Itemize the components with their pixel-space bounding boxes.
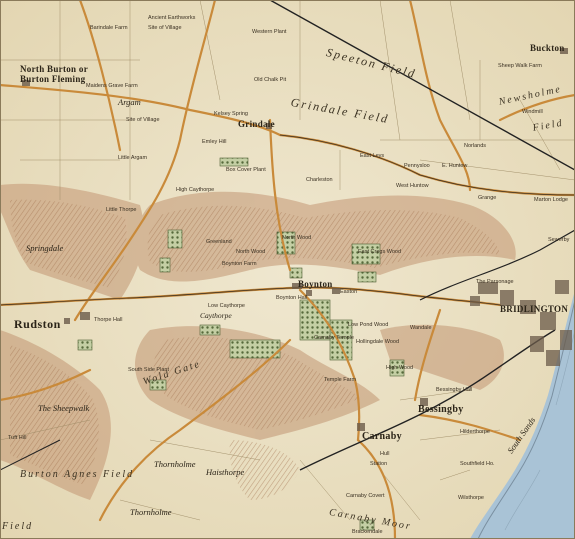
- label-e-huntow: E. Huntow: [442, 163, 468, 169]
- label-greenland: Greenland: [206, 239, 232, 245]
- town-label-bridlington[interactable]: BRIDLINGTON: [500, 305, 568, 314]
- label-the-sheepwalk: The Sheepwalk: [38, 403, 90, 413]
- label-temple-farm: Temple Farm: [324, 377, 357, 383]
- label-north-wood-2: North Wood: [282, 235, 312, 241]
- town-label-grindale[interactable]: Grindale: [238, 120, 275, 129]
- label-north-wood: North Wood: [236, 249, 266, 255]
- field-label-left: Field: [2, 521, 34, 532]
- label-station: Station: [370, 461, 388, 467]
- label-wandale: Wandale: [410, 325, 432, 331]
- label-boynton-farm: Boynton Farm: [222, 261, 257, 267]
- label-thorpe-hall: Thorpe Hall: [94, 317, 123, 323]
- label-marton-lodge: Marton Lodge: [534, 197, 568, 203]
- label-norlands: Norlands: [464, 143, 487, 149]
- ordnance-survey-map[interactable]: Rudston BRIDLINGTON Boynton Bessingby Ca…: [0, 0, 575, 539]
- label-windmill: Windmill: [522, 109, 543, 115]
- town-label-burton-fleming[interactable]: Burton Fleming: [20, 75, 85, 84]
- label-hull: Hull: [380, 451, 390, 457]
- label-carnaby-temple: Carnaby Temple: [314, 335, 354, 341]
- label-pennysloo: Pennysloo: [404, 163, 430, 169]
- label-site-argam: Site of Village: [126, 117, 160, 123]
- label-box-cover: Box Cover Plant: [226, 167, 266, 173]
- label-western-plant: Western Plant: [252, 29, 287, 35]
- label-low-pond-wood: Low Pond Wood: [348, 322, 389, 328]
- label-tuft-hill: Tuft Hill: [8, 435, 27, 441]
- label-easton: Easton: [340, 289, 358, 295]
- label-thornholme: Thornholme: [154, 459, 196, 469]
- label-barindale: Barindale Farm: [90, 25, 128, 31]
- map-base-layer: [0, 0, 575, 539]
- label-south-side-plant: South Side Plant: [128, 367, 169, 373]
- label-charleston: Charleston: [306, 177, 333, 183]
- label-grange: Grange: [478, 195, 497, 201]
- town-label-bessingby[interactable]: Bessingby: [418, 405, 464, 415]
- town-label-carnaby[interactable]: Carnaby: [362, 432, 402, 442]
- label-sewerby: Sewerby: [548, 237, 570, 243]
- town-label-boynton[interactable]: Boynton: [298, 280, 333, 289]
- label-high-wood: High Wood: [386, 365, 414, 371]
- label-east-leys: East Leys: [360, 153, 385, 159]
- label-old-chalk-pit: Old Chalk Pit: [254, 77, 287, 83]
- label-little-argam: Little Argam: [118, 155, 148, 161]
- label-site-village: Site of Village: [148, 25, 182, 31]
- label-sheep-walk-farm: Sheep Walk Farm: [498, 63, 542, 69]
- label-high-caythorpe: High Caythorpe: [176, 187, 215, 193]
- label-kelsey-spring: Kelsey Spring: [214, 111, 248, 117]
- label-emley-hill: Emley Hill: [202, 139, 227, 145]
- label-caythorpe: Caythorpe: [200, 311, 232, 320]
- label-west-huntow: West Huntow: [396, 183, 429, 189]
- label-maidens-grave: Maidens Grave Farm: [86, 83, 138, 89]
- label-boynton-hall: Boynton Hall: [276, 295, 308, 301]
- label-springdale: Springdale: [26, 243, 64, 253]
- label-brackendale: Brackendale: [352, 529, 383, 535]
- label-little-thorpe: Little Thorpe: [106, 207, 137, 213]
- label-haisthorpe: Haisthorpe: [206, 467, 245, 477]
- town-label-buckton[interactable]: Buckton: [530, 44, 565, 53]
- label-low-caythorpe: Low Caythorpe: [208, 303, 245, 309]
- label-ancient-earthworks: Ancient Earthworks: [148, 15, 196, 21]
- label-carnaby-covert: Carnaby Covert: [346, 493, 385, 499]
- label-east-cregs: East Cregs Wood: [358, 249, 402, 255]
- label-bessingby-hall: Bessingby Hall: [436, 387, 473, 393]
- label-argam: Argam: [118, 97, 141, 107]
- label-southfield: Southfield Ho.: [460, 461, 495, 467]
- label-thornholme-2: Thornholme: [130, 507, 172, 517]
- label-the-parsonage: The Parsonage: [476, 279, 514, 285]
- field-label-burton-agnes: Burton Agnes Field: [20, 469, 135, 480]
- label-wilsthorpe: Wilsthorpe: [458, 495, 484, 501]
- label-hilderthorpe: Hilderthorpe: [460, 429, 490, 435]
- label-hollingdale: Hollingdale Wood: [356, 339, 400, 345]
- town-label-rudston[interactable]: Rudston: [14, 318, 61, 330]
- town-label-north-burton[interactable]: North Burton or: [20, 65, 88, 74]
